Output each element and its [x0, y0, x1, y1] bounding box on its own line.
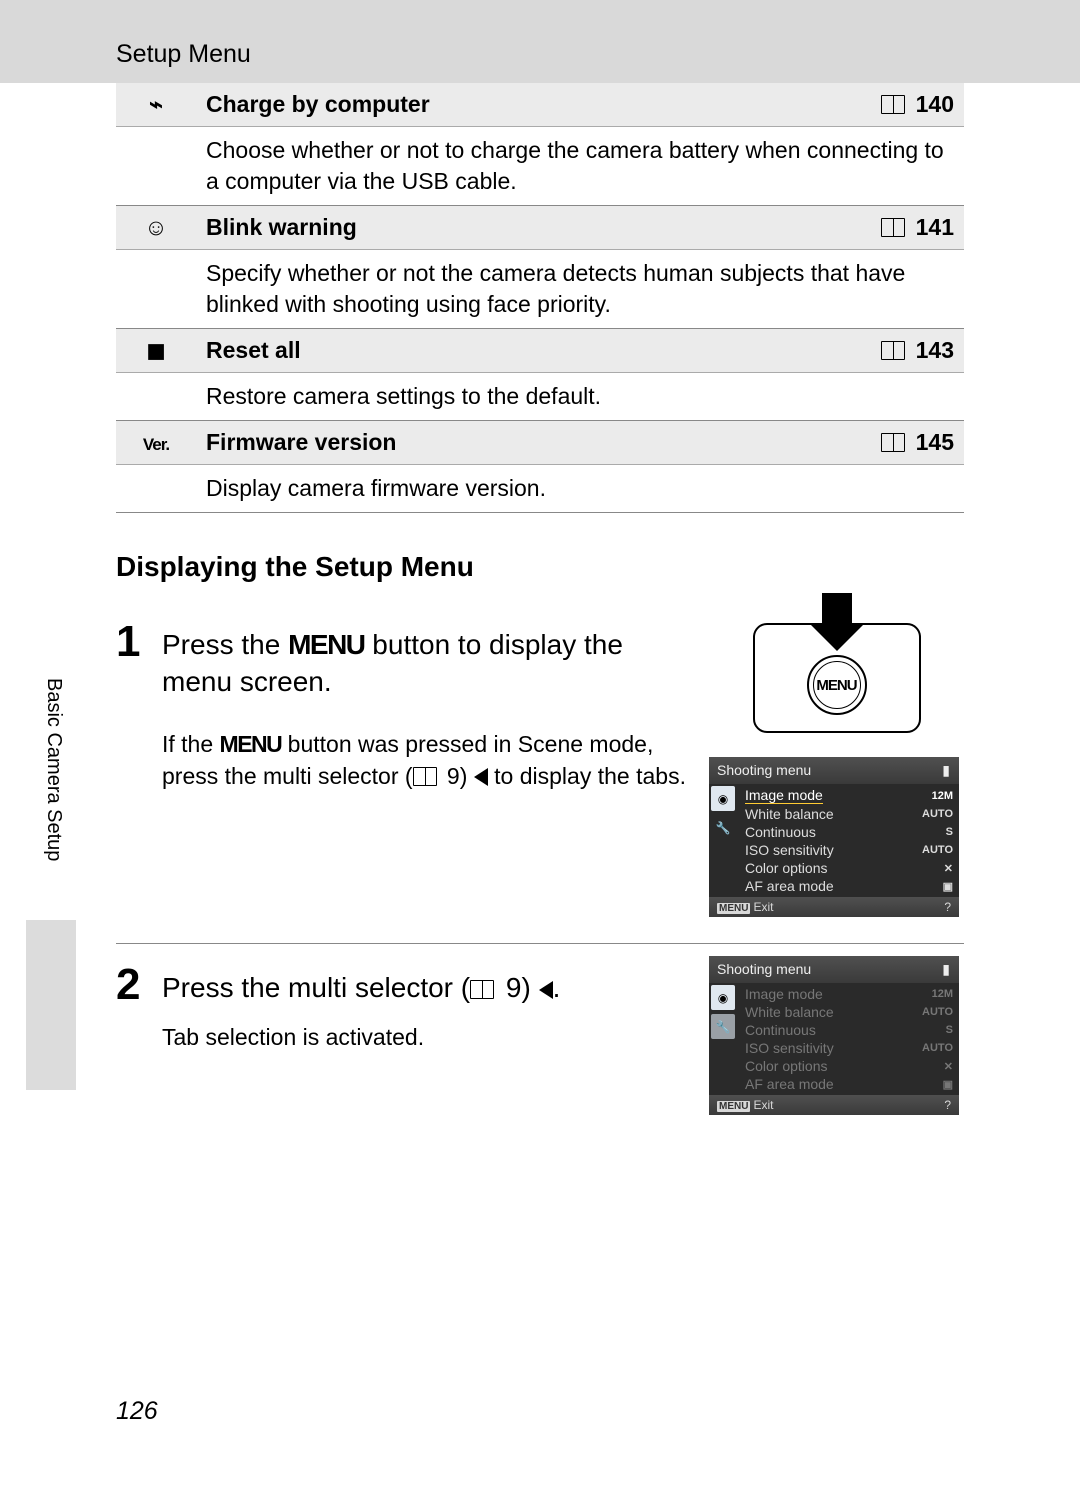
step-2-title: Press the multi selector ( 9) . — [162, 970, 689, 1006]
step-2-subtext: Tab selection is activated. — [162, 1021, 689, 1053]
lcd-menu-item: Image mode12M — [741, 985, 959, 1003]
lcd-menu-item: ContinuousS — [741, 823, 959, 841]
menu-row-description: Specify whether or not the camera detect… — [116, 250, 964, 329]
lcd-tab-camera-icon: ◉ — [711, 985, 735, 1010]
side-tab-decoration — [26, 920, 76, 1090]
page-title: Setup Menu — [116, 40, 1080, 69]
menu-row-description: Restore camera settings to the default. — [116, 373, 964, 421]
lcd-scrollbar-icon: ▮ — [942, 961, 951, 978]
menu-row-title: Blink warning — [196, 206, 849, 250]
camera-lcd-preview-2: Shooting menu ▮ ◉ 🔧 Image mode12MWhite b… — [709, 956, 959, 1115]
side-tab-label: Basic Camera Setup — [42, 678, 65, 861]
step-number: 1 — [116, 621, 162, 663]
step-1: 1 Press the MENU button to display the m… — [116, 613, 689, 792]
camera-lcd-preview-1: Shooting menu ▮ ◉ 🔧 Image mode12MWhite b… — [709, 757, 959, 917]
left-arrow-icon — [539, 981, 553, 999]
lcd-menu-item: AF area mode▣ — [741, 1075, 959, 1093]
menu-row-description: Choose whether or not to charge the came… — [116, 127, 964, 206]
menu-row-page-ref: 143 — [849, 329, 964, 373]
menu-row-page-ref: 140 — [849, 83, 964, 127]
lcd-menu-item: AF area mode▣ — [741, 877, 959, 895]
book-icon — [413, 767, 437, 786]
lcd-scrollbar-icon: ▮ — [942, 762, 951, 779]
step-2: 2 Press the multi selector ( 9) . Tab se… — [116, 956, 689, 1053]
lcd-menu-item: Image mode12M — [741, 786, 959, 805]
left-arrow-icon — [474, 768, 488, 786]
step-1-title: Press the MENU button to display the men… — [162, 627, 689, 700]
lcd-menu-item: White balanceAUTO — [741, 805, 959, 823]
page-number: 126 — [116, 1397, 158, 1426]
menu-row-page-ref: 145 — [849, 421, 964, 465]
firmware-version-icon: Ver. — [116, 421, 196, 465]
book-icon — [881, 341, 905, 360]
menu-row-description: Display camera firmware version. — [116, 465, 964, 513]
lcd-tab-wrench-icon: 🔧 — [711, 1014, 735, 1039]
charge-by-computer-icon: ⌁ — [116, 83, 196, 127]
lcd-menu-item: Color options✕ — [741, 1057, 959, 1075]
menu-row-header: ◼Reset all 143 — [116, 329, 964, 373]
down-arrow-icon — [809, 593, 865, 651]
menu-row-header: ⌁Charge by computer 140 — [116, 83, 964, 127]
reset-all-icon: ◼ — [116, 329, 196, 373]
lcd-menu-item: White balanceAUTO — [741, 1003, 959, 1021]
book-icon — [881, 95, 905, 114]
step-1-subtext: If the MENU button was pressed in Scene … — [162, 728, 689, 792]
menu-row-title: Charge by computer — [196, 83, 849, 127]
menu-button-label: MENU — [288, 629, 364, 660]
section-heading: Displaying the Setup Menu — [116, 551, 964, 583]
lcd-title: Shooting menu — [717, 762, 811, 779]
menu-row-title: Reset all — [196, 329, 849, 373]
lcd-title: Shooting menu — [717, 961, 811, 978]
book-icon — [881, 218, 905, 237]
lcd-menu-item: ISO sensitivityAUTO — [741, 841, 959, 859]
menu-button-illustration: MENU — [753, 613, 921, 733]
lcd-help-icon: ? — [944, 900, 951, 914]
lcd-tab-camera-icon: ◉ — [711, 786, 735, 811]
lcd-menu-item: ISO sensitivityAUTO — [741, 1039, 959, 1057]
menu-row-page-ref: 141 — [849, 206, 964, 250]
lcd-help-icon: ? — [944, 1098, 951, 1112]
book-icon — [881, 433, 905, 452]
menu-row-header: Ver.Firmware version 145 — [116, 421, 964, 465]
menu-row-header: ☺Blink warning 141 — [116, 206, 964, 250]
lcd-menu-item: ContinuousS — [741, 1021, 959, 1039]
setup-menu-table: ⌁Charge by computer 140Choose whether or… — [116, 83, 964, 513]
menu-row-title: Firmware version — [196, 421, 849, 465]
blink-warning-icon: ☺ — [116, 206, 196, 250]
step-number: 2 — [116, 964, 162, 1006]
book-icon — [470, 980, 494, 999]
lcd-menu-item: Color options✕ — [741, 859, 959, 877]
lcd-tab-wrench-icon: 🔧 — [711, 815, 735, 840]
